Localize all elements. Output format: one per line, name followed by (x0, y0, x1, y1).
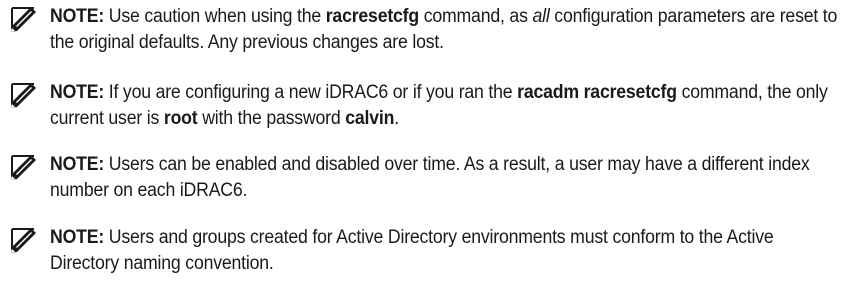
pencil-note-icon (11, 228, 36, 253)
command-name: racresetcfg (325, 6, 419, 27)
note-text: NOTE: Use caution when using the racrese… (50, 4, 841, 56)
note-label: NOTE: (50, 82, 105, 103)
note-label: NOTE: (50, 154, 105, 175)
note-text-segment: with the password (197, 108, 346, 129)
note-text-segment: If you are configuring a new iDRAC6 or i… (104, 82, 518, 103)
note-text: NOTE: Users can be enabled and disabled … (50, 152, 841, 204)
pencil-note-icon (8, 5, 38, 33)
note-text: NOTE: Users and groups created for Activ… (50, 225, 841, 277)
note-text-segment: Users can be enabled and disabled over t… (50, 154, 810, 201)
note-text-segment: . (394, 108, 399, 129)
pencil-note-icon (11, 83, 36, 108)
note-text-segment: Use caution when using the (104, 6, 326, 27)
note-text-segment: Users and groups created for Active Dire… (50, 227, 774, 274)
password: calvin (345, 108, 395, 129)
note-text: NOTE: If you are configuring a new iDRAC… (50, 80, 841, 132)
pencil-note-icon (11, 155, 36, 180)
note-label: NOTE: (50, 6, 105, 27)
note-text-segment: command, as (418, 6, 533, 27)
username: root (163, 108, 198, 129)
emphasis-text: all (532, 6, 550, 27)
note-label: NOTE: (50, 227, 105, 248)
command-name: racadm racresetcfg (517, 82, 677, 103)
